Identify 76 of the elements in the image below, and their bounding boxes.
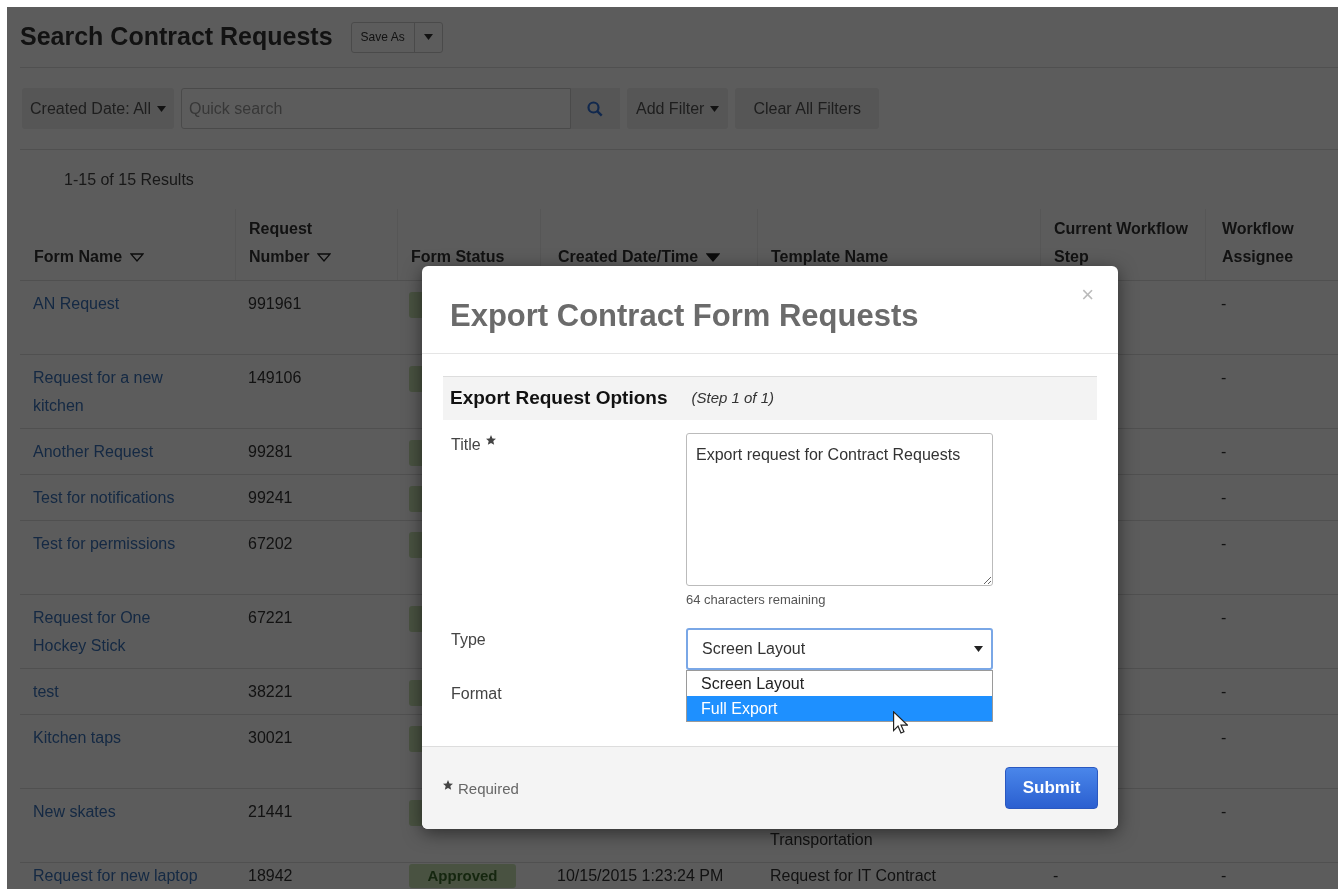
form-name-link[interactable]: AN Request (33, 290, 204, 318)
template-name: Transportation (770, 831, 873, 848)
request-number: 67221 (248, 609, 293, 626)
request-number: 99241 (248, 489, 293, 506)
caret-icon (710, 105, 720, 112)
workflow-assignee: - (1221, 867, 1227, 884)
request-number: 21441 (248, 803, 293, 820)
add-filter-button[interactable]: Add Filter (626, 88, 729, 129)
request-number: 38221 (248, 683, 293, 700)
workflow-assignee: - (1221, 489, 1227, 506)
created-date: 10/15/2015 1:23:24 PM (557, 867, 724, 884)
request-number: 149106 (248, 369, 302, 386)
required-note: Required (458, 778, 519, 799)
date-filter-button[interactable]: Created Date: All (22, 88, 174, 129)
field-label: Format (451, 683, 502, 704)
form-name-link[interactable]: Kitchen taps (33, 724, 204, 752)
status-badge (409, 486, 422, 512)
status-badge (409, 606, 422, 632)
status-badge (409, 440, 422, 466)
workflow-assignee: - (1221, 535, 1227, 552)
clear-filters-button[interactable]: Clear All Filters (735, 88, 879, 129)
form-name-link[interactable]: Test for permissions (33, 530, 204, 558)
workflow-assignee: - (1221, 609, 1227, 626)
results-count: 1-15 of 15 Results (64, 169, 194, 190)
save-as-split-button[interactable]: Save As (350, 21, 443, 53)
status-badge (409, 726, 422, 752)
workflow-step: - (1053, 867, 1059, 884)
close-button[interactable]: × (1081, 284, 1094, 306)
form-name-link[interactable]: Request for new laptop (33, 866, 204, 886)
workflow-assignee: - (1221, 683, 1227, 700)
status-badge (409, 292, 422, 318)
form-name-link[interactable]: test (33, 678, 204, 706)
template-name: Request for IT Contract (770, 867, 936, 884)
column-header[interactable]: Form Name (34, 243, 145, 271)
search-button[interactable] (570, 88, 620, 129)
caret-icon (423, 34, 433, 40)
sort-icon[interactable] (706, 253, 721, 263)
workflow-assignee: - (1221, 295, 1227, 312)
title-textarea[interactable]: Export request for Contract Requests (686, 433, 993, 586)
workflow-assignee: - (1221, 729, 1227, 746)
column-header[interactable]: Workflow Assignee (1222, 215, 1317, 271)
form-name-link[interactable]: Test for notifications (33, 484, 204, 512)
dialog-title: Export Contract Form Requests (450, 297, 919, 335)
field-label: Title (451, 435, 481, 455)
section-header: Export Request Options (Step 1 of 1) (443, 376, 1097, 420)
submit-button[interactable]: Submit (1005, 767, 1098, 809)
form-name-link[interactable]: New skates (33, 798, 204, 826)
workflow-assignee: - (1221, 369, 1227, 386)
workflow-assignee: - (1221, 803, 1227, 820)
field-label: Type (451, 629, 486, 650)
form-name-link[interactable]: Request for a new kitchen (33, 364, 204, 420)
caret-icon (156, 105, 166, 112)
status-badge (409, 800, 422, 826)
search-icon (587, 100, 604, 117)
request-number: 991961 (248, 295, 302, 312)
sort-icon[interactable] (317, 253, 332, 263)
workflow-assignee: - (1221, 443, 1227, 460)
status-badge (409, 680, 422, 706)
sort-icon[interactable] (130, 253, 145, 263)
form-name-link[interactable]: Another Request (33, 438, 204, 466)
status-badge (409, 366, 422, 392)
dropdown-caret-icon (974, 645, 983, 652)
request-number: 99281 (248, 443, 293, 460)
request-number: 30021 (248, 729, 293, 746)
form-name-link[interactable]: Request for One Hockey Stick (33, 604, 204, 660)
request-number: 18942 (248, 867, 293, 884)
characters-remaining: 64 characters remaining (686, 591, 827, 609)
type-select[interactable]: Screen Layout (686, 627, 993, 670)
required-star-icon (442, 778, 454, 791)
dropdown-option[interactable]: Full Export (687, 695, 992, 721)
column-header[interactable]: Request Number (249, 215, 339, 271)
request-number: 67202 (248, 535, 293, 552)
page-title: Search Contract Requests (20, 21, 333, 53)
status-badge (409, 532, 422, 558)
dropdown-option[interactable]: Screen Layout (687, 670, 992, 696)
column-header[interactable]: Created Date/Time (558, 243, 721, 271)
